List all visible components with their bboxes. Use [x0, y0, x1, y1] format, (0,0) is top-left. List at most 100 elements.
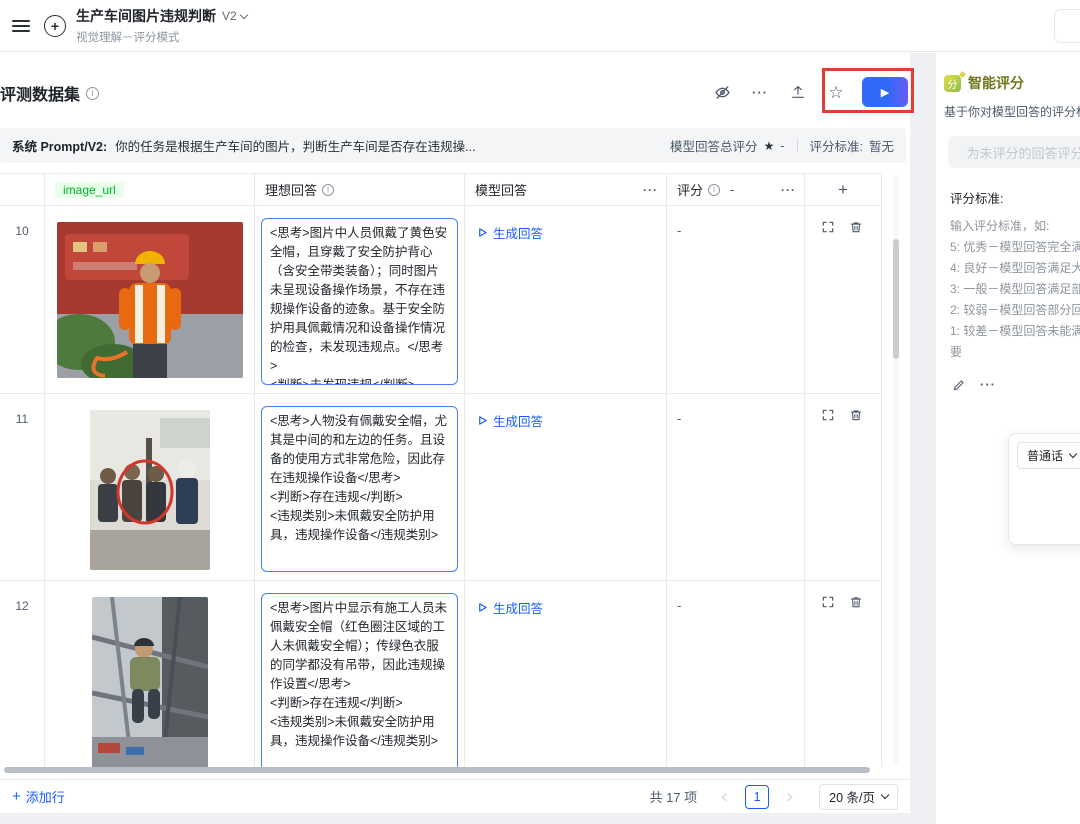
upload-button[interactable] — [782, 76, 814, 108]
model-answer-cell: 生成回答 — [465, 581, 667, 767]
ideal-text: <违规类别>未佩戴安全防护用具，违规操作设备</违规类别> — [270, 713, 449, 751]
info-icon[interactable]: i — [86, 87, 99, 100]
menu-icon[interactable] — [12, 20, 30, 32]
add-row-button[interactable]: + 添加行 — [12, 787, 65, 806]
workshop-photo-worker-vest[interactable] — [57, 222, 243, 378]
hide-columns-button[interactable] — [706, 76, 738, 108]
current-page-button[interactable]: 1 — [745, 785, 769, 809]
info-icon[interactable]: i — [708, 184, 720, 196]
smart-score-description: 基于你对模型回答的评分标准， — [944, 103, 1080, 120]
dialect-popover: 普通话 — [1008, 433, 1080, 545]
score-column-menu-button[interactable]: ··· — [781, 183, 796, 197]
trash-icon — [849, 595, 863, 609]
expand-icon — [821, 408, 835, 422]
header-partial-button[interactable] — [1054, 9, 1080, 43]
star-icon: ☆ — [828, 84, 843, 101]
generate-answer-button[interactable]: 生成回答 — [477, 411, 543, 430]
system-prompt-preview: 你的任务是根据生产车间的图片，判断生产车间是否存在违规操... — [115, 136, 475, 155]
ideal-answer-editor[interactable]: <思考>图片中人员佩戴了黄色安全帽，且穿戴了安全防护背心（含安全带类装备）；同时… — [261, 218, 458, 385]
more-actions-button[interactable]: ··· — [744, 76, 776, 108]
expand-row-button[interactable] — [821, 408, 835, 422]
delete-row-button[interactable] — [849, 595, 863, 609]
ideal-text: <思考>图片中人员佩戴了黄色安全帽，且穿戴了安全防护背心（含安全带类装备）；同时… — [270, 224, 449, 376]
delete-row-button[interactable] — [849, 220, 863, 234]
horizontal-scrollbar-thumb[interactable] — [4, 767, 870, 773]
ideal-answer-cell: <思考>图片中显示有施工人员未佩戴安全帽（红色圈注区域的工人未佩戴安全帽）；传绿… — [255, 581, 465, 767]
upload-icon — [790, 84, 806, 100]
edit-criteria-button[interactable] — [952, 378, 966, 392]
model-answer-cell: 生成回答 — [465, 206, 667, 393]
expand-row-button[interactable] — [821, 595, 835, 609]
vertical-scrollbar[interactable] — [893, 175, 899, 765]
placeholder-line: 1: 较差－模型回答未能满 — [950, 321, 1080, 342]
expand-icon — [821, 595, 835, 609]
ideal-answer-cell: <思考>图片中人员佩戴了黄色安全帽，且穿戴了安全防护背心（含安全带类装备）；同时… — [255, 206, 465, 393]
ideal-text: <违规类别>未佩戴安全防护用具，违规操作设备</违规类别> — [270, 507, 449, 545]
next-page-button[interactable] — [777, 785, 801, 809]
vertical-scrollbar-thumb[interactable] — [893, 239, 899, 359]
workshop-photo-workers-group[interactable] — [90, 410, 210, 570]
row-index: 10 — [0, 206, 45, 393]
total-score-value: - — [780, 139, 784, 153]
row-index: 11 — [0, 394, 45, 580]
favorite-button[interactable]: ☆ — [820, 76, 852, 108]
score-cell[interactable]: - — [667, 394, 805, 580]
ideal-text: <判断>存在违规</判断> — [270, 694, 449, 713]
score-cell[interactable]: - — [667, 581, 805, 767]
placeholder-line: 5: 优秀－模型回答完全满 — [950, 237, 1080, 258]
delete-row-button[interactable] — [849, 408, 863, 422]
total-count: 共 17 项 — [649, 787, 697, 806]
table-header: image_url 理想回答 i 模型回答 ··· 评分 i - ··· + — [0, 174, 882, 206]
pencil-icon — [952, 378, 966, 392]
ideal-answer-editor[interactable]: <思考>图片中显示有施工人员未佩戴安全帽（红色圈注区域的工人未佩戴安全帽）；传绿… — [261, 593, 458, 767]
info-icon[interactable]: i — [322, 184, 334, 196]
image-url-tag[interactable]: image_url — [55, 182, 124, 198]
row-number-header — [0, 174, 45, 205]
score-header: 评分 i - ··· — [667, 174, 805, 205]
dataset-section: 评测数据集 i ··· ☆ ▶ 系统 Prompt/V2: 你的任务是根据生产车… — [0, 53, 910, 824]
system-prompt-meta: 模型回答总评分 ★ - 评分标准: 暂无 — [670, 136, 894, 155]
prev-page-button[interactable] — [713, 785, 737, 809]
generate-answer-button[interactable]: 生成回答 — [477, 223, 543, 242]
expand-row-button[interactable] — [821, 220, 835, 234]
trash-icon — [849, 408, 863, 422]
workshop-photo-scaffolding[interactable] — [92, 597, 208, 767]
add-column-header: + — [805, 174, 882, 205]
generate-answer-button[interactable]: 生成回答 — [477, 598, 543, 617]
top-header: + 生产车间图片违规判断 V2 视觉理解－评分模式 — [0, 0, 1080, 52]
horizontal-scrollbar[interactable] — [0, 766, 890, 774]
image-cell — [45, 394, 255, 580]
app-logo-icon[interactable]: + — [44, 15, 66, 37]
page-size-select[interactable]: 20 条/页 — [819, 784, 898, 810]
row-actions-cell — [805, 206, 882, 393]
placeholder-line: 输入评分标准，如: — [950, 216, 1080, 237]
dataset-title-row: 评测数据集 i — [0, 81, 99, 105]
criteria-placeholder[interactable]: 输入评分标准，如: 5: 优秀－模型回答完全满 4: 良好－模型回答满足大 3:… — [950, 216, 1080, 363]
model-answer-label: 模型回答 — [475, 180, 527, 199]
title-block: 生产车间图片违规判断 V2 视觉理解－评分模式 — [76, 6, 247, 45]
criteria-more-button[interactable]: ··· — [980, 377, 996, 392]
run-button[interactable]: ▶ — [862, 77, 908, 107]
dialect-select[interactable]: 普通话 — [1017, 442, 1080, 469]
play-icon: ▶ — [881, 86, 889, 99]
smart-score-header: 分 智能评分 — [944, 73, 1080, 93]
score-cell[interactable]: - — [667, 206, 805, 393]
add-column-button[interactable]: + — [838, 181, 848, 198]
ideal-answer-cell: <思考>人物没有佩戴安全帽，尤其是中间的和左边的任务。且设备的使用方式非常危险，… — [255, 394, 465, 580]
chevron-down-icon — [1069, 450, 1077, 458]
model-column-menu-button[interactable]: ··· — [643, 183, 658, 197]
table-row: 11 <思考>人物没有佩戴安全帽，尤其是中间的和左边的任务。且设 — [0, 394, 882, 581]
page-title: 生产车间图片违规判断 — [76, 6, 216, 26]
ellipsis-icon: ··· — [752, 85, 768, 100]
expand-icon — [821, 220, 835, 234]
chevron-left-icon — [722, 792, 730, 800]
smart-score-title: 智能评分 — [968, 73, 1024, 93]
version-selector[interactable]: V2 — [222, 9, 247, 23]
smart-score-panel: 分 智能评分 基于你对模型回答的评分标准， 为未评分的回答评分 评分标准: 输入… — [936, 53, 1080, 824]
system-prompt-bar[interactable]: 系统 Prompt/V2: 你的任务是根据生产车间的图片，判断生产车间是否存在违… — [0, 128, 906, 163]
model-answer-header: 模型回答 ··· — [465, 174, 667, 205]
row-index: 12 — [0, 581, 45, 767]
ideal-answer-editor[interactable]: <思考>人物没有佩戴安全帽，尤其是中间的和左边的任务。且设备的使用方式非常危险，… — [261, 406, 458, 572]
score-unrated-button[interactable]: 为未评分的回答评分 — [948, 136, 1080, 168]
ideal-text: <判断>未发现违规</判断> — [270, 376, 449, 385]
